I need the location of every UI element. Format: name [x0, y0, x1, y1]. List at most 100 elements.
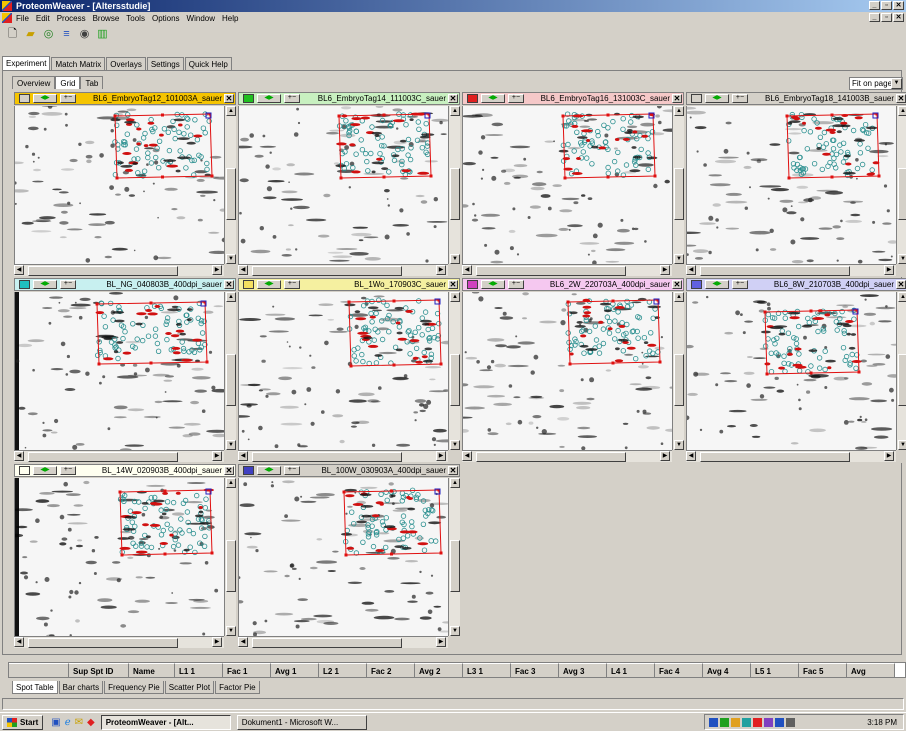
column-header[interactable]: Fac 2 — [367, 663, 415, 677]
column-header[interactable]: L4 1 — [607, 663, 655, 677]
vertical-scrollbar[interactable]: ▲ ▼ — [224, 292, 236, 450]
column-header[interactable]: Name — [129, 663, 175, 677]
tab-bar-charts[interactable]: Bar charts — [58, 681, 104, 694]
scroll-left-icon[interactable]: ◀ — [238, 451, 248, 461]
scroll-right-icon[interactable]: ▶ — [212, 637, 222, 647]
scroll-left-icon[interactable]: ◀ — [686, 451, 696, 461]
column-header[interactable]: Sup Spt ID — [69, 663, 129, 677]
scroll-up-icon[interactable]: ▲ — [674, 292, 684, 302]
close-icon[interactable]: ✕ — [448, 466, 458, 475]
column-header[interactable]: L5 1 — [751, 663, 799, 677]
column-header[interactable]: Avg 2 — [415, 663, 463, 677]
tab-frequency-pie[interactable]: Frequency Pie — [104, 681, 164, 694]
scroll-down-icon[interactable]: ▼ — [674, 254, 684, 264]
close-icon[interactable]: ✕ — [672, 94, 682, 103]
vertical-scrollbar[interactable]: ▲ ▼ — [448, 292, 460, 450]
vertical-scrollbar[interactable]: ▲ ▼ — [672, 106, 684, 264]
close-icon[interactable]: ✕ — [896, 280, 906, 289]
tab-tab[interactable]: Tab — [80, 76, 104, 89]
gel-nav-buttons[interactable]: ◀▶ — [705, 94, 729, 103]
horizontal-scrollbar[interactable]: ◀ ▶ — [238, 636, 448, 648]
gel-nav-buttons[interactable]: ◀▶ — [33, 94, 57, 103]
tab-match-matrix[interactable]: Match Matrix — [51, 57, 106, 70]
eye-icon[interactable]: ◉ — [78, 28, 91, 41]
scroll-left-icon[interactable]: ◀ — [238, 265, 248, 275]
scroll-down-icon[interactable]: ▼ — [898, 440, 906, 450]
scroll-down-icon[interactable]: ▼ — [226, 626, 236, 636]
scroll-down-icon[interactable]: ▼ — [450, 626, 460, 636]
gel-nav-buttons[interactable]: ◀▶ — [705, 280, 729, 289]
fit-select[interactable]: Fit on page ▼ — [849, 77, 903, 90]
gel-zoom-buttons[interactable]: +− — [732, 94, 748, 103]
spot-detect-icon[interactable]: ◎ — [42, 28, 55, 41]
vertical-scrollbar[interactable]: ▲ ▼ — [896, 106, 906, 264]
gel-image[interactable] — [14, 106, 224, 264]
scroll-down-icon[interactable]: ▼ — [450, 254, 460, 264]
tab-quick-help[interactable]: Quick Help — [184, 57, 232, 70]
column-header[interactable]: Avg 3 — [559, 663, 607, 677]
open-folder-icon[interactable]: ▰ — [24, 28, 37, 41]
horizontal-scrollbar[interactable]: ◀ ▶ — [462, 450, 672, 462]
doc-restore-button[interactable]: ▫ — [881, 13, 892, 22]
gel-color-swatch[interactable] — [243, 466, 254, 475]
horizontal-scrollbar[interactable]: ◀ ▶ — [686, 450, 896, 462]
tab-overlays[interactable]: Overlays — [106, 57, 146, 70]
scroll-thumb[interactable] — [700, 452, 850, 462]
menu-options[interactable]: Options — [152, 14, 180, 23]
scroll-right-icon[interactable]: ▶ — [660, 265, 670, 275]
scroll-down-icon[interactable]: ▼ — [450, 440, 460, 450]
gel-color-swatch[interactable] — [19, 466, 30, 475]
scroll-thumb[interactable] — [674, 354, 684, 406]
close-icon[interactable]: ✕ — [448, 280, 458, 289]
bar-chart-icon[interactable]: ▥ — [96, 28, 109, 41]
scroll-thumb[interactable] — [476, 452, 626, 462]
scroll-down-icon[interactable]: ▼ — [674, 440, 684, 450]
gel-nav-buttons[interactable]: ◀▶ — [33, 466, 57, 475]
tray-update-icon[interactable] — [742, 717, 751, 727]
close-button[interactable]: ✕ — [893, 1, 904, 10]
column-header[interactable]: L3 1 — [463, 663, 511, 677]
minimize-button[interactable]: _ — [869, 1, 880, 10]
gel-color-swatch[interactable] — [19, 94, 30, 103]
column-header[interactable]: Fac 4 — [655, 663, 703, 677]
task-word[interactable]: Dokument1 - Microsoft W... — [236, 714, 367, 730]
scroll-right-icon[interactable]: ▶ — [884, 265, 894, 275]
gel-zoom-buttons[interactable]: +− — [60, 280, 76, 289]
scroll-right-icon[interactable]: ▶ — [884, 451, 894, 461]
gel-nav-buttons[interactable]: ◀▶ — [257, 94, 281, 103]
column-header[interactable]: Avg 4 — [703, 663, 751, 677]
tray-lang-icon[interactable] — [775, 717, 784, 727]
scroll-left-icon[interactable]: ◀ — [14, 451, 24, 461]
horizontal-scrollbar[interactable]: ◀ ▶ — [686, 264, 896, 276]
gel-zoom-buttons[interactable]: +− — [508, 94, 524, 103]
start-button[interactable]: Start — [2, 714, 44, 730]
gel-color-swatch[interactable] — [467, 280, 478, 289]
menu-file[interactable]: File — [16, 14, 29, 23]
scroll-up-icon[interactable]: ▲ — [898, 106, 906, 116]
new-file-icon[interactable]: 🗋 — [6, 28, 19, 41]
scroll-thumb[interactable] — [252, 266, 402, 276]
gel-nav-buttons[interactable]: ◀▶ — [257, 466, 281, 475]
tab-spot-table[interactable]: Spot Table — [12, 681, 58, 694]
gel-image[interactable] — [462, 292, 672, 450]
gel-nav-buttons[interactable]: ◀▶ — [33, 280, 57, 289]
scroll-up-icon[interactable]: ▲ — [450, 478, 460, 488]
gel-zoom-buttons[interactable]: +− — [284, 94, 300, 103]
gel-image[interactable] — [462, 106, 672, 264]
tray-app-icon[interactable] — [764, 717, 773, 727]
gel-color-swatch[interactable] — [691, 94, 702, 103]
gel-color-swatch[interactable] — [243, 280, 254, 289]
gel-zoom-buttons[interactable]: +− — [60, 466, 76, 475]
scroll-left-icon[interactable]: ◀ — [686, 265, 696, 275]
gel-zoom-buttons[interactable]: +− — [284, 466, 300, 475]
scroll-up-icon[interactable]: ▲ — [450, 292, 460, 302]
scroll-thumb[interactable] — [450, 168, 460, 220]
gel-zoom-buttons[interactable]: +− — [732, 280, 748, 289]
doc-minimize-button[interactable]: _ — [869, 13, 880, 22]
column-header[interactable]: Avg 1 — [271, 663, 319, 677]
gel-nav-buttons[interactable]: ◀▶ — [257, 280, 281, 289]
gel-nav-buttons[interactable]: ◀▶ — [481, 94, 505, 103]
scroll-thumb[interactable] — [476, 266, 626, 276]
vertical-scrollbar[interactable]: ▲ ▼ — [896, 292, 906, 450]
gel-image[interactable] — [14, 478, 224, 636]
